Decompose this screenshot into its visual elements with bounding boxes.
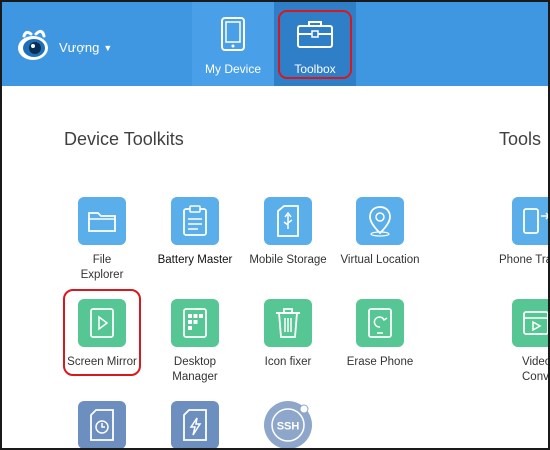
tool-phone-transfer[interactable]: Phone Tra bbox=[492, 197, 550, 268]
tool-label: Desktop Manager bbox=[172, 356, 218, 383]
tool-label: File Explorer bbox=[80, 254, 124, 281]
tool-backup-file[interactable] bbox=[57, 401, 147, 448]
video-convert-icon bbox=[512, 299, 548, 347]
tool-file-explorer[interactable]: File Explorer bbox=[57, 197, 147, 283]
folder-icon bbox=[78, 197, 126, 245]
tool-mobile-storage[interactable]: Mobile Storage bbox=[243, 197, 333, 268]
tool-icon-fixer[interactable]: Icon fixer bbox=[243, 299, 333, 370]
flash-file-icon bbox=[171, 401, 219, 448]
user-menu[interactable]: Vượng ▼ bbox=[59, 40, 112, 55]
section-title-device-toolkits: Device Toolkits bbox=[64, 129, 184, 149]
ssh-badge-text: SSH bbox=[277, 421, 300, 433]
tool-label: Video Conver bbox=[522, 356, 550, 383]
location-pin-icon bbox=[356, 197, 404, 245]
phone-transfer-icon bbox=[512, 197, 548, 245]
tool-label: Erase Phone bbox=[346, 356, 414, 368]
tool-label: Virtual Location bbox=[340, 254, 420, 266]
usb-storage-icon bbox=[264, 197, 312, 245]
tool-ssh[interactable]: SSH bbox=[243, 401, 333, 448]
trash-icon bbox=[264, 299, 312, 347]
top-bar: Vượng ▼ My Device Toolbox bbox=[2, 2, 548, 86]
play-screen-icon bbox=[78, 299, 126, 347]
chevron-down-icon: ▼ bbox=[103, 42, 113, 53]
tab-toolbox-label: Toolbox bbox=[294, 62, 336, 76]
tool-desktop-manager[interactable]: Desktop Manager bbox=[150, 299, 240, 385]
tool-label: Mobile Storage bbox=[249, 254, 327, 266]
tool-erase-phone[interactable]: Erase Phone bbox=[335, 299, 425, 370]
app-logo-icon bbox=[14, 28, 52, 62]
app-window: Vượng ▼ My Device Toolbox Device Toolkit… bbox=[0, 0, 550, 450]
tool-virtual-location[interactable]: Virtual Location bbox=[335, 197, 425, 268]
user-name: Vượng bbox=[59, 40, 100, 55]
clipboard-icon bbox=[171, 197, 219, 245]
tool-battery-master[interactable]: Battery Master bbox=[150, 197, 240, 268]
tool-label: Screen Mirror bbox=[67, 356, 137, 368]
tool-flash-file[interactable] bbox=[150, 401, 240, 448]
tab-my-device[interactable]: My Device bbox=[192, 2, 274, 86]
tool-label: Battery Master bbox=[157, 254, 233, 266]
tab-my-device-label: My Device bbox=[204, 62, 261, 76]
briefcase-icon bbox=[296, 14, 334, 54]
section-title-tools: Tools bbox=[499, 129, 542, 149]
erase-phone-icon bbox=[356, 299, 404, 347]
clock-file-icon bbox=[78, 401, 126, 448]
tool-screen-mirror[interactable]: Screen Mirror bbox=[57, 299, 147, 370]
tool-label: Icon fixer bbox=[264, 356, 312, 368]
tool-video-converter[interactable]: Video Conver bbox=[492, 299, 550, 385]
tablet-icon bbox=[220, 14, 246, 54]
grid-phone-icon bbox=[171, 299, 219, 347]
ssh-icon: SSH bbox=[264, 401, 312, 448]
tool-label: Phone Tra bbox=[499, 254, 550, 266]
tab-toolbox[interactable]: Toolbox bbox=[274, 2, 356, 86]
